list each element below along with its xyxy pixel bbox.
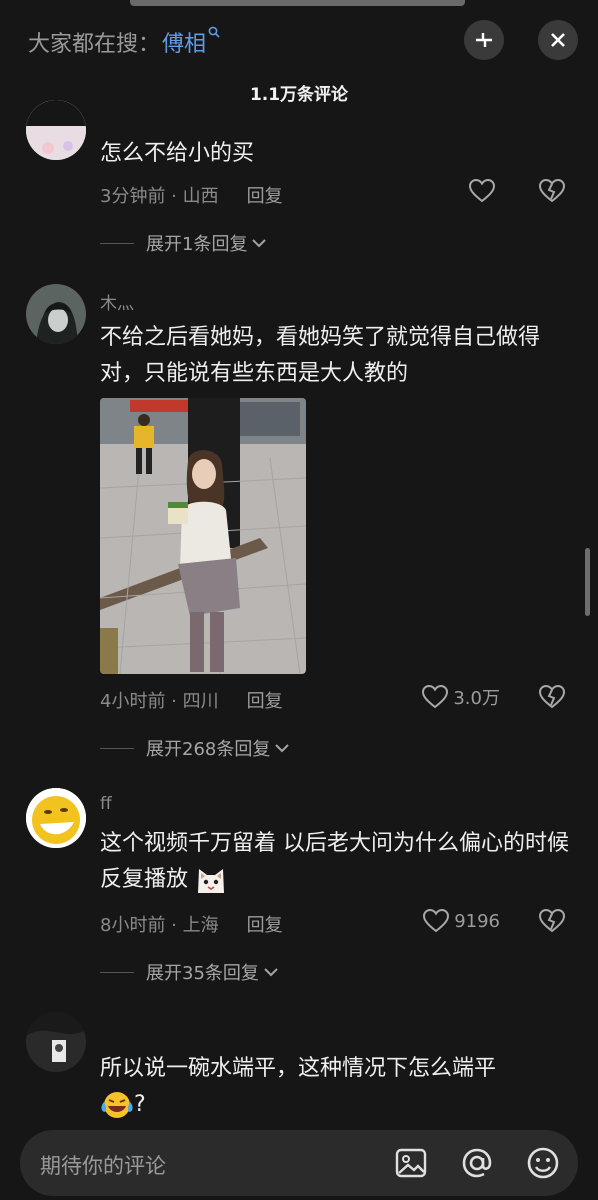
comment-text: 所以说一碗水端平，这种情况下怎么端平 ?	[100, 1051, 570, 1123]
at-icon	[462, 1148, 492, 1178]
dislike-button[interactable]	[538, 178, 566, 208]
collapse-icon	[476, 33, 492, 47]
close-button[interactable]	[538, 20, 578, 60]
like-button[interactable]: 3.0万	[421, 684, 500, 710]
broken-heart-icon	[538, 684, 566, 709]
comment-input-bar[interactable]: 期待你的评论	[20, 1130, 578, 1196]
search-icon	[208, 26, 220, 42]
broken-heart-icon	[538, 908, 566, 933]
comment-input[interactable]: 期待你的评论	[40, 1150, 166, 1180]
like-count: 3.0万	[453, 688, 500, 709]
comment-image[interactable]	[100, 398, 306, 674]
reply-button[interactable]: 回复	[247, 915, 283, 936]
expand-replies[interactable]: 展开268条回复	[100, 735, 290, 761]
dislike-button[interactable]	[538, 684, 566, 714]
chevron-down-icon	[275, 744, 290, 753]
trending-search[interactable]: 大家都在搜： 傅相	[28, 26, 220, 58]
expand-replies[interactable]: 展开1条回复	[100, 230, 267, 256]
comments-header: 大家都在搜： 傅相 1.1万条评论	[0, 0, 598, 115]
chevron-down-icon	[264, 968, 278, 977]
collapse-button[interactable]	[464, 20, 504, 60]
avatar[interactable]	[26, 788, 86, 848]
divider	[100, 971, 134, 973]
avatar[interactable]	[26, 284, 86, 344]
divider	[100, 242, 134, 244]
trending-search-term[interactable]: 傅相	[162, 26, 206, 58]
image-icon	[395, 1148, 427, 1178]
expand-replies-label: 展开268条回复	[146, 739, 271, 760]
heart-icon	[422, 684, 449, 709]
reply-button[interactable]: 回复	[247, 186, 283, 207]
mention-button[interactable]	[460, 1146, 494, 1184]
broken-heart-icon	[538, 178, 566, 203]
like-button[interactable]	[468, 178, 500, 204]
divider	[100, 747, 134, 749]
comment-time-location: 3分钟前 · 山西	[100, 186, 219, 207]
comment-count: 1.1万条评论	[249, 85, 349, 105]
comment-text-body: 所以说一碗水端平，这种情况下怎么端平	[100, 1056, 497, 1081]
chevron-down-icon	[252, 239, 267, 248]
comment-text-suffix: ?	[134, 1092, 146, 1117]
emoji-icon	[527, 1147, 559, 1179]
comment-meta: 8小时前 · 上海 回复	[100, 911, 283, 937]
image-button[interactable]	[394, 1146, 428, 1184]
expand-replies-label: 展开35条回复	[146, 963, 259, 984]
like-button[interactable]: 9196	[422, 908, 500, 934]
scrollbar[interactable]	[585, 548, 590, 616]
avatar[interactable]	[26, 100, 86, 160]
comment-text: 不给之后看她妈，看她妈笑了就觉得自己做得对，只能说有些东西是大人教的	[100, 325, 541, 386]
expand-replies-label: 展开1条回复	[146, 234, 248, 255]
close-icon	[551, 33, 565, 47]
comment-meta: 3分钟前 · 山西 回复	[100, 182, 283, 208]
avatar[interactable]	[26, 1012, 86, 1072]
username[interactable]: 木灬	[100, 289, 134, 314]
comment-text: 怎么不给小的买	[100, 141, 255, 166]
laugh-cry-emoji-icon	[101, 1092, 133, 1118]
comment-text: 这个视频千万留着 以后老大问为什么偏心的时候反复播放	[100, 826, 570, 898]
comment-time-location: 4小时前 · 四川	[100, 691, 219, 712]
heart-icon	[423, 908, 450, 933]
like-count: 9196	[454, 910, 500, 932]
heart-icon	[468, 178, 496, 203]
expand-replies[interactable]: 展开35条回复	[100, 959, 279, 985]
comment-time-location: 8小时前 · 上海	[100, 915, 219, 936]
comment-meta: 4小时前 · 四川 回复	[100, 687, 283, 713]
reply-button[interactable]: 回复	[247, 691, 283, 712]
trending-search-prefix: 大家都在搜：	[28, 32, 161, 57]
cat-emoji-icon	[198, 869, 225, 893]
emoji-button[interactable]	[526, 1146, 560, 1184]
username[interactable]: ff	[100, 794, 112, 814]
dislike-button[interactable]	[538, 908, 566, 938]
comment-text-body: 这个视频千万留着 以后老大问为什么偏心的时候反复播放	[100, 831, 569, 892]
